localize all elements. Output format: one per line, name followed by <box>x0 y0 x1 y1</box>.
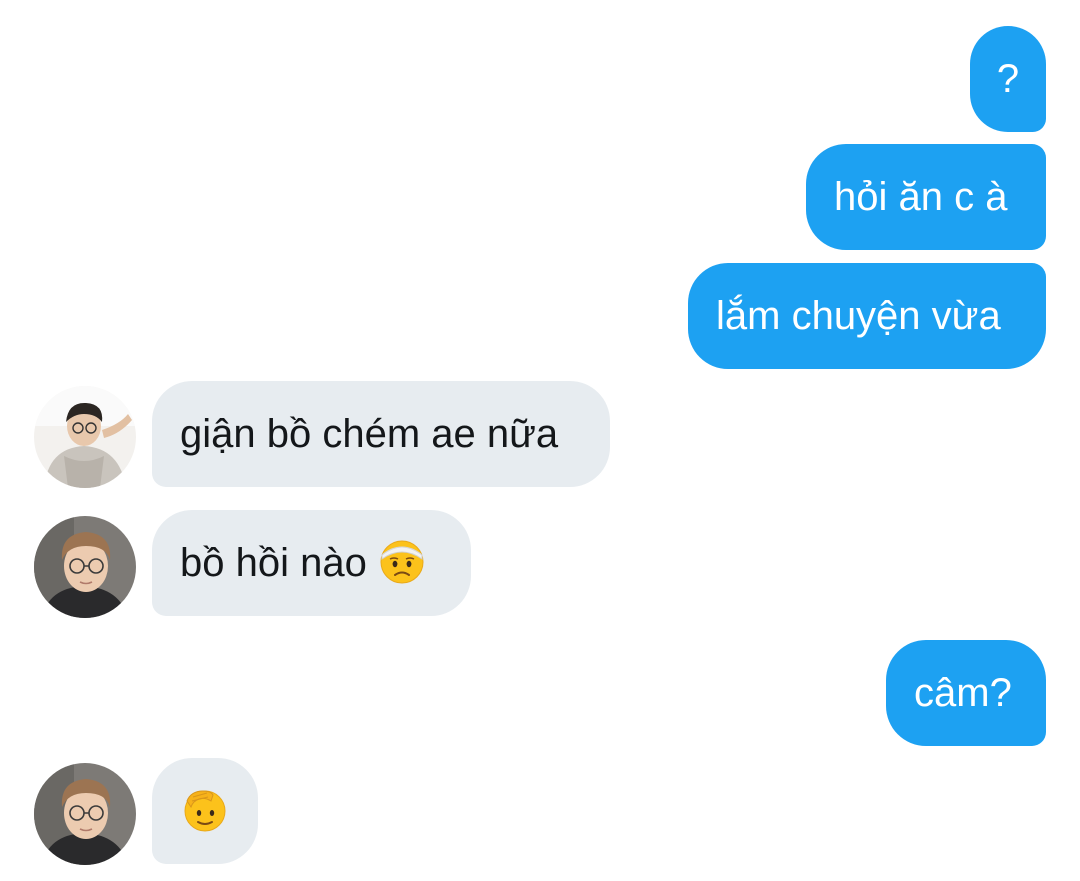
avatar-photo-icon <box>34 763 136 865</box>
message-text: giận bồ chém ae nữa <box>180 412 559 456</box>
message-text: lắm chuyện vừa <box>716 294 1001 338</box>
avatar-photo-icon <box>34 516 136 618</box>
avatar[interactable] <box>34 386 136 488</box>
message-bubble-outgoing[interactable]: ? <box>970 26 1046 132</box>
message-bubble-incoming[interactable]: giận bồ chém ae nữa <box>152 381 610 487</box>
avatar[interactable] <box>34 763 136 865</box>
chat-thread: ? hỏi ăn c à lắm chuyện vừa giận bồ chém… <box>0 0 1080 881</box>
message-text: bồ hồi nào <box>180 541 367 585</box>
avatar[interactable] <box>34 516 136 618</box>
message-bubble-outgoing[interactable]: hỏi ăn c à <box>806 144 1046 250</box>
message-text: ? <box>996 57 1020 101</box>
message-text: câm? <box>914 671 1012 715</box>
message-bubble-incoming[interactable] <box>152 758 258 864</box>
message-bubble-outgoing[interactable]: câm? <box>886 640 1046 746</box>
avatar-photo-icon <box>34 386 136 488</box>
message-bubble-outgoing[interactable]: lắm chuyện vừa <box>688 263 1046 369</box>
message-text: hỏi ăn c à <box>834 175 1008 219</box>
saluting-face-emoji-icon <box>181 785 229 833</box>
head-bandage-emoji-icon <box>378 537 426 585</box>
message-bubble-incoming[interactable]: bồ hồi nào <box>152 510 471 616</box>
